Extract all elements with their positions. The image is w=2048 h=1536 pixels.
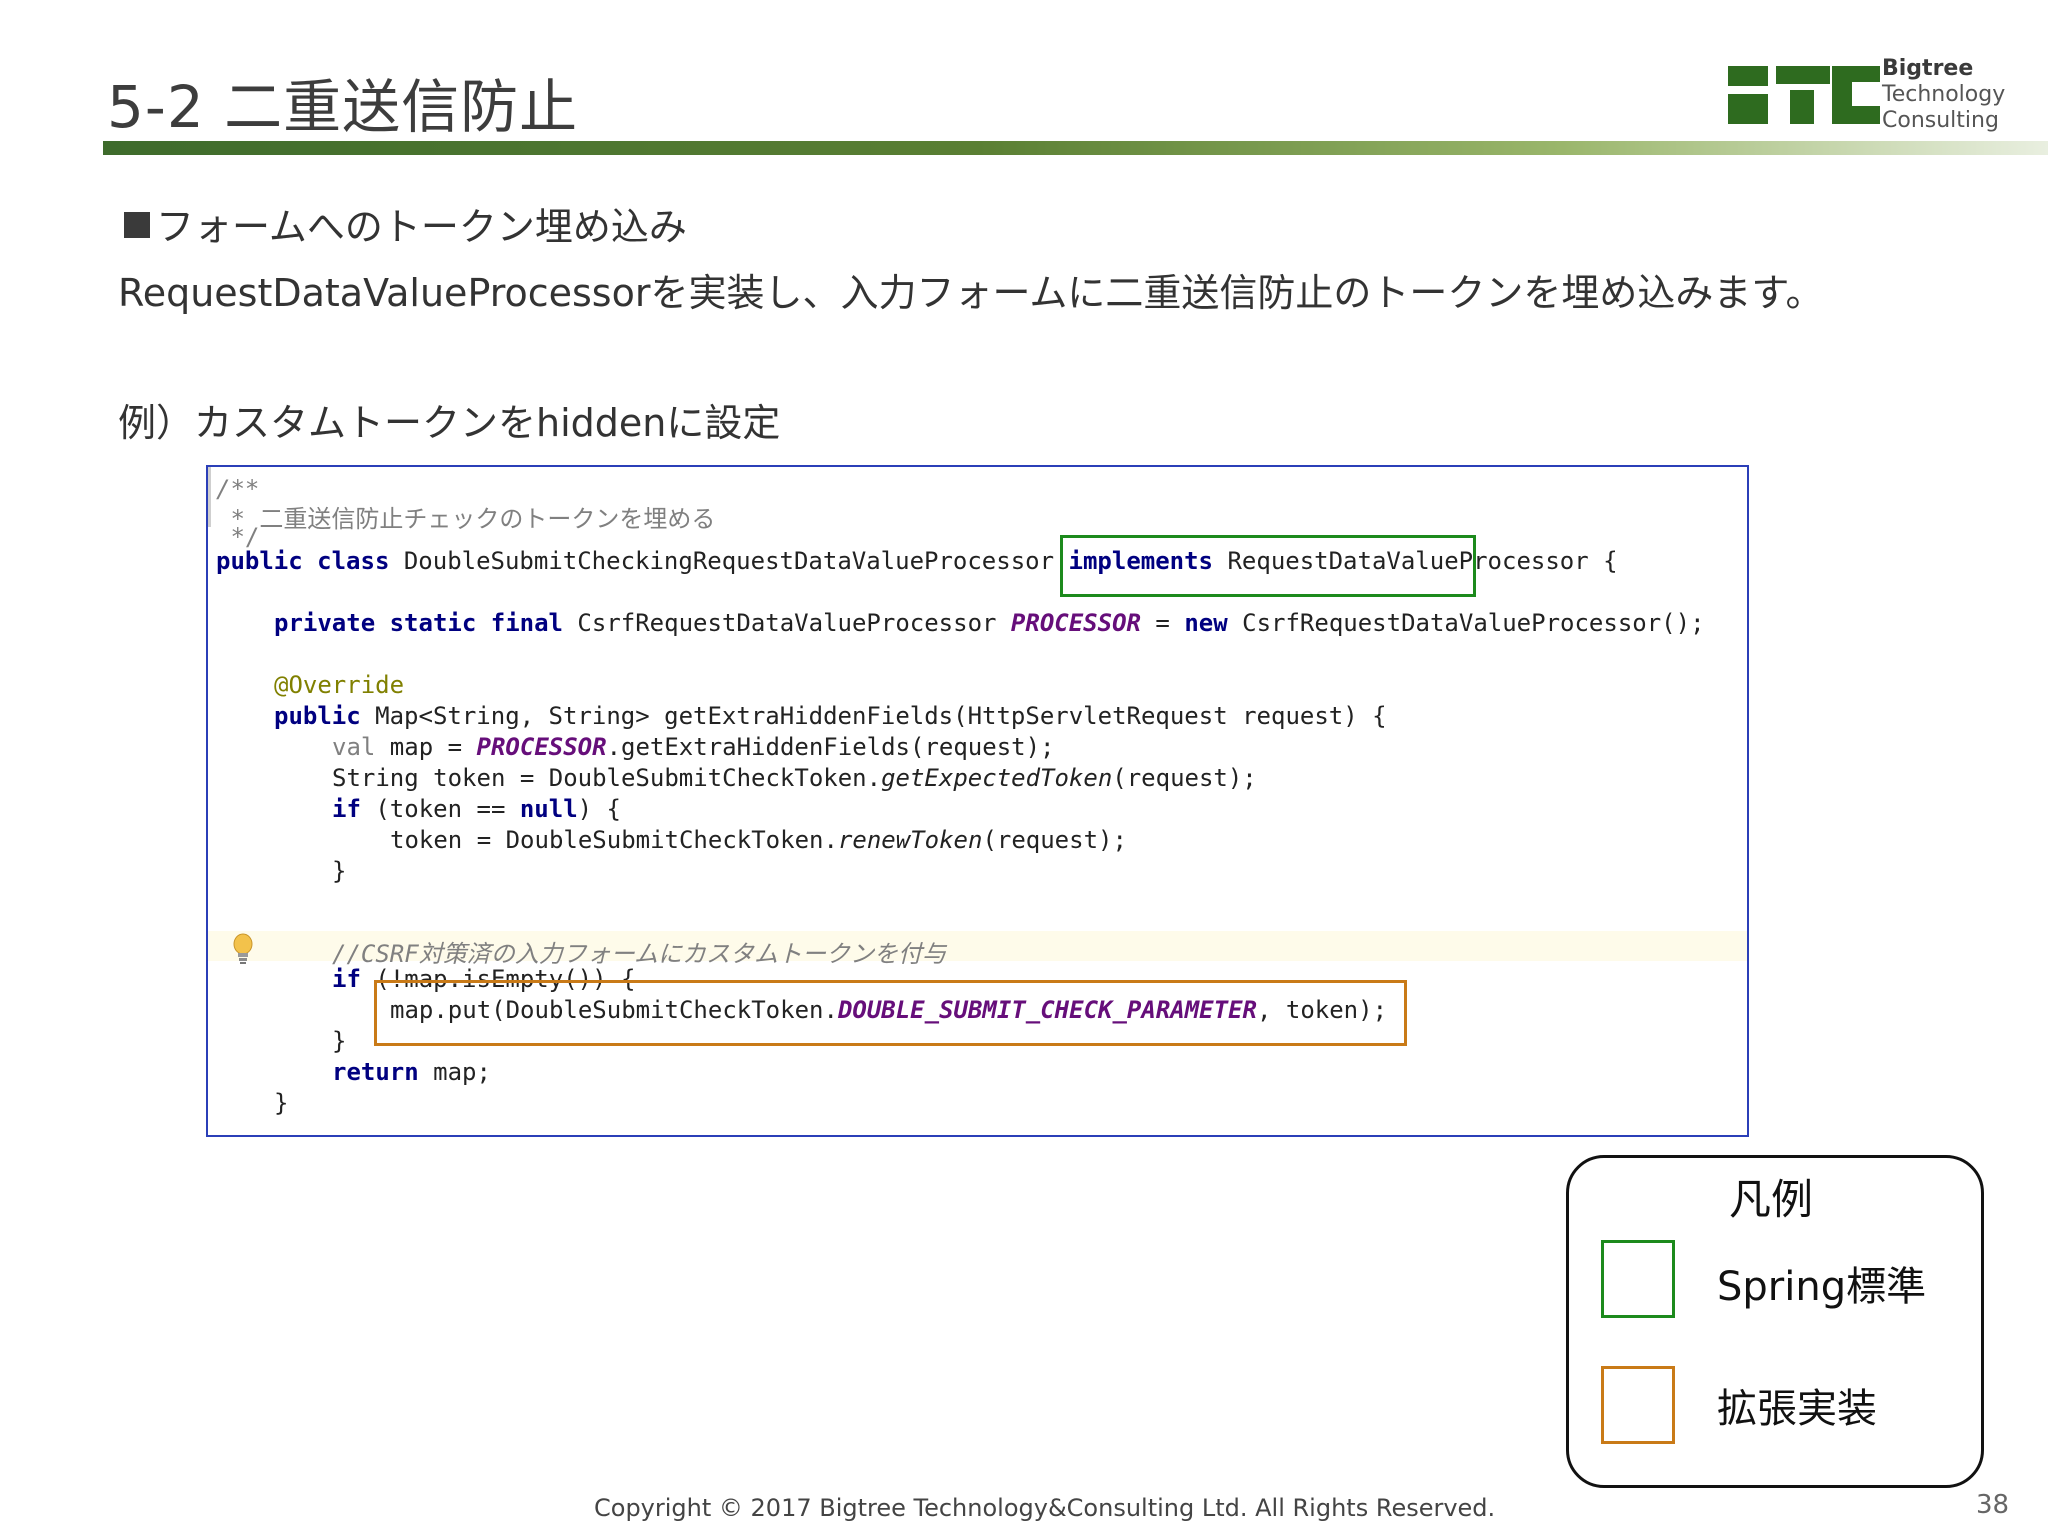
code-line: }	[332, 857, 347, 885]
btc-logo-icon	[1728, 66, 1880, 124]
legend-title: 凡例	[1729, 1175, 1814, 1224]
code-comment: //CSRF対策済の入力フォームにカスタムトークンを付与	[332, 940, 946, 968]
logo-text-line1: Bigtree	[1882, 56, 1974, 81]
code-block: /** * 二重送信防止チェックのトークンを埋める */ public clas…	[208, 467, 1747, 1135]
company-logo: Bigtree Technology Consulting	[1720, 56, 2048, 136]
square-bullet-icon	[124, 212, 150, 238]
section-heading: フォームへのトークン埋め込み	[124, 196, 687, 251]
code-line: String token = DoubleSubmitCheckToken.ge…	[332, 764, 1257, 792]
logo-text-line2: Technology	[1882, 82, 2006, 107]
example-caption: 例）カスタムトークンをhiddenに設定	[118, 401, 781, 445]
code-line: private static final CsrfRequestDataValu…	[274, 609, 1705, 637]
code-line: token = DoubleSubmitCheckToken.renewToke…	[390, 826, 1127, 854]
title-underline-bar	[103, 141, 2048, 155]
code-line: if (token == null) {	[332, 795, 622, 823]
legend-box: 凡例 Spring標準 拡張実装	[1566, 1155, 1984, 1488]
legend-swatch-orange	[1601, 1366, 1675, 1444]
description-text: RequestDataValueProcessorを実装し、入力フォームに二重送…	[118, 271, 1824, 315]
section-heading-text: フォームへのトークン埋め込み	[156, 205, 687, 249]
extension-highlight	[374, 980, 1407, 1046]
legend-label-spring: Spring標準	[1717, 1264, 1927, 1310]
spring-standard-highlight	[1060, 535, 1476, 597]
fold-gutter	[208, 467, 211, 527]
legend-swatch-green	[1601, 1240, 1675, 1318]
code-line: }	[274, 1089, 289, 1117]
code-line: * 二重送信防止チェックのトークンを埋める	[216, 505, 716, 533]
code-screenshot: /** * 二重送信防止チェックのトークンを埋める */ public clas…	[206, 465, 1749, 1137]
code-line: public Map<String, String> getExtraHidde…	[274, 702, 1387, 730]
copyright-footer: Copyright © 2017 Bigtree Technology&Cons…	[594, 1494, 1496, 1522]
legend-label-extension: 拡張実装	[1717, 1386, 1877, 1432]
code-line: @Override	[274, 671, 405, 699]
logo-text-line3: Consulting	[1882, 108, 1999, 133]
code-line: return map;	[332, 1058, 491, 1086]
lightbulb-icon	[233, 933, 253, 964]
code-line: val map = PROCESSOR.getExtraHiddenFields…	[332, 733, 1055, 761]
slide-title: 5-2 二重送信防止	[107, 73, 579, 141]
code-line: }	[332, 1027, 347, 1055]
page-number: 38	[1976, 1490, 2010, 1520]
